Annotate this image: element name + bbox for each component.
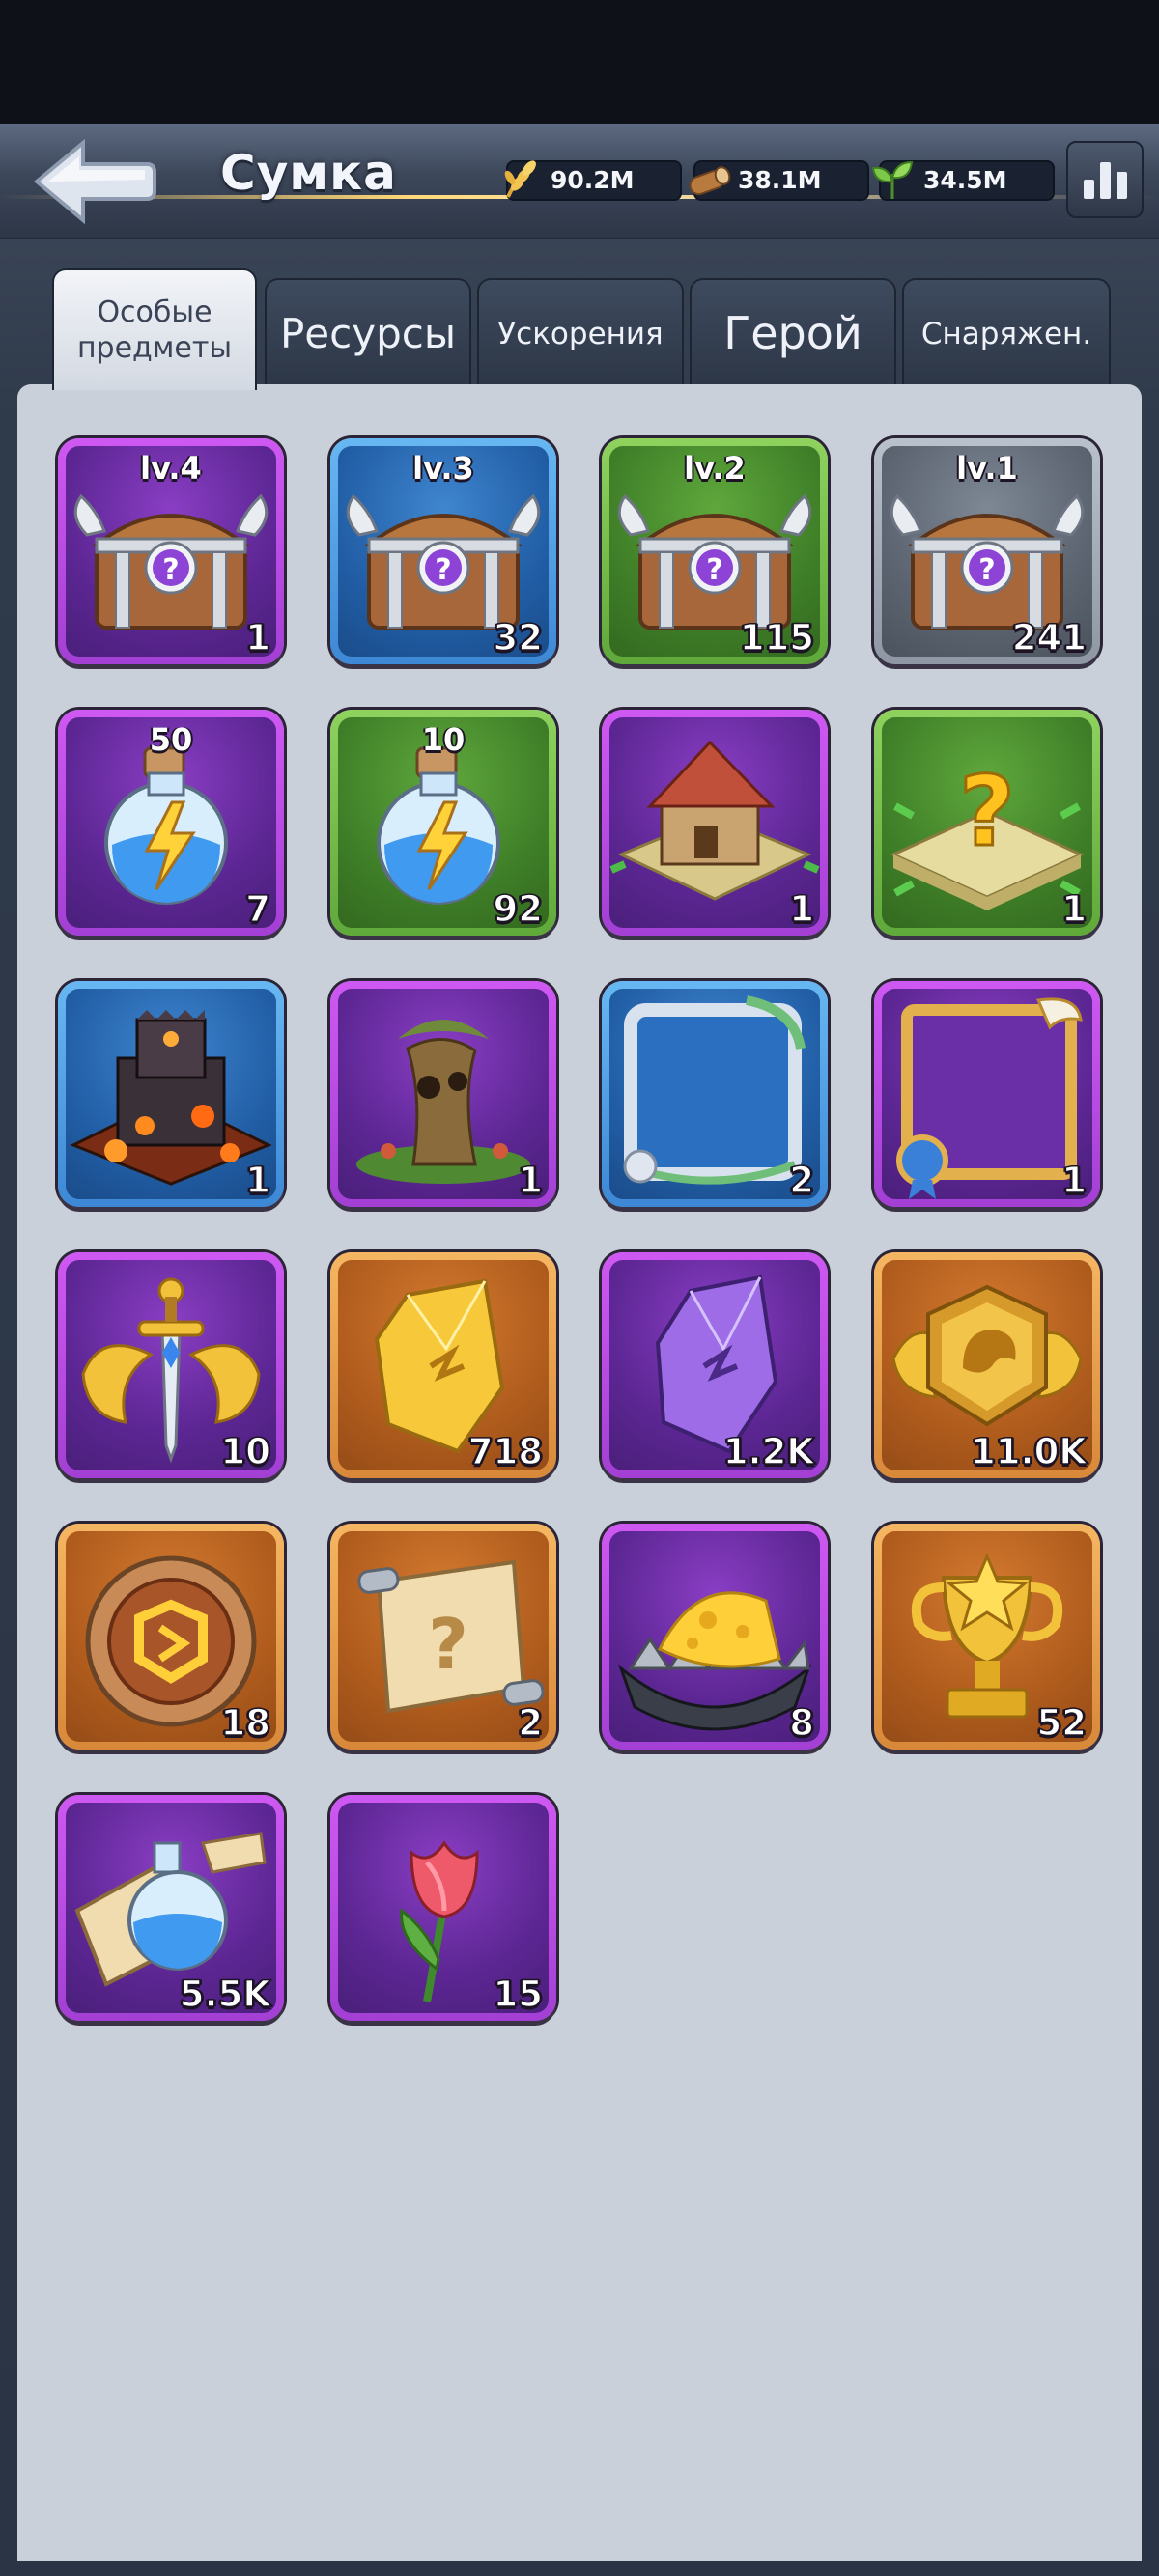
inventory-item-random-relocation[interactable]: 1	[874, 710, 1100, 936]
tab-resources[interactable]: Ресурсы	[265, 278, 471, 388]
item-count: 18	[220, 1701, 271, 1745]
inventory-item-lava-castle-skin[interactable]: 1	[58, 981, 284, 1207]
item-count: 32	[493, 616, 544, 659]
tab-resources-label: Ресурсы	[279, 309, 457, 357]
inventory-item-avatar-frame-purple[interactable]: 1	[874, 981, 1100, 1207]
item-top-label: 50	[149, 721, 193, 758]
item-count: 115	[739, 616, 815, 659]
item-count: 1	[1061, 887, 1088, 931]
tab-hero-label: Герой	[723, 307, 862, 360]
item-count: 11.0K	[970, 1430, 1087, 1473]
tab-speedups[interactable]: Ускорения	[477, 278, 684, 388]
inventory-item-cheese-trap[interactable]: 8	[602, 1524, 828, 1750]
tab-hero[interactable]: Герой	[690, 278, 896, 388]
inventory-item-avatar-frame-blue[interactable]: 2	[602, 981, 828, 1207]
resource-leaf-value: 34.5M	[923, 166, 1007, 194]
inventory-item-chest-lv1[interactable]: lv.1 241	[874, 438, 1100, 664]
inventory-item-tree-house-skin[interactable]: 1	[330, 981, 556, 1207]
item-count: 2	[789, 1159, 815, 1202]
inventory-item-stamina-potion-50[interactable]: 50 7	[58, 710, 284, 936]
item-top-label: lv.1	[956, 450, 1018, 487]
back-arrow-icon	[33, 138, 156, 225]
resource-wood-value: 38.1M	[738, 166, 822, 194]
inventory-item-scroll-potion[interactable]: 5.5K	[58, 1795, 284, 2021]
item-count: 718	[467, 1430, 544, 1473]
resource-wood: 38.1M	[689, 160, 869, 201]
inventory-item-chest-lv4[interactable]: lv.4 1	[58, 438, 284, 664]
tab-special-items[interactable]: Особые предметы	[52, 268, 257, 390]
item-count: 1	[245, 616, 271, 659]
item-count: 241	[1011, 616, 1088, 659]
item-count: 1.2K	[722, 1430, 815, 1473]
resource-grain-value: 90.2M	[551, 166, 635, 194]
inventory-item-lion-medal[interactable]: 11.0K	[874, 1252, 1100, 1478]
item-count: 2	[518, 1701, 544, 1745]
tab-equipment-label: Снаряжен.	[920, 316, 1092, 351]
item-top-label: 10	[421, 721, 466, 758]
inventory-item-rune-token[interactable]: 18	[58, 1524, 284, 1750]
inventory-item-stamina-potion-10[interactable]: 10 92	[330, 710, 556, 936]
tab-special-items-label: Особые предметы	[76, 294, 233, 366]
inventory-item-gold-crystal[interactable]: 718	[330, 1252, 556, 1478]
item-top-label: lv.3	[412, 450, 474, 487]
stats-button[interactable]	[1066, 141, 1144, 218]
item-count: 92	[493, 887, 544, 931]
item-count: 10	[220, 1430, 271, 1473]
item-count: 1	[245, 1159, 271, 1202]
inventory-item-sword-emblem[interactable]: 10	[58, 1252, 284, 1478]
back-button[interactable]	[31, 135, 158, 228]
item-count: 1	[789, 887, 815, 931]
inventory-item-mystery-scroll[interactable]: 2	[330, 1524, 556, 1750]
inventory-item-building-relocation[interactable]: 1	[602, 710, 828, 936]
inventory-item-chest-lv3[interactable]: lv.3 32	[330, 438, 556, 664]
tab-equipment[interactable]: Снаряжен.	[902, 278, 1111, 388]
inventory-item-tulip[interactable]: 15	[330, 1795, 556, 2021]
item-count: 15	[493, 1973, 544, 2016]
inventory-item-purple-crystal[interactable]: 1.2K	[602, 1252, 828, 1478]
item-count: 1	[518, 1159, 544, 1202]
item-top-label: lv.2	[684, 450, 746, 487]
tab-speedups-label: Ускорения	[497, 316, 664, 351]
bar-chart-icon	[1084, 180, 1094, 199]
resource-grain: 90.2M	[504, 160, 682, 201]
item-count: 52	[1036, 1701, 1088, 1745]
inventory-item-golden-trophy[interactable]: 52	[874, 1524, 1100, 1750]
wood-icon	[689, 166, 731, 196]
item-count: 8	[789, 1701, 815, 1745]
resource-leaf: 34.5M	[871, 160, 1055, 201]
page-title: Сумка	[220, 145, 397, 201]
grain-icon	[504, 160, 536, 198]
item-count: 1	[1061, 1159, 1088, 1202]
item-count: 5.5K	[179, 1973, 271, 2016]
item-top-label: lv.4	[140, 450, 202, 487]
status-bar-area	[0, 0, 1159, 124]
inventory-item-chest-lv2[interactable]: lv.2 115	[602, 438, 828, 664]
leaf-icon	[871, 160, 914, 200]
item-count: 7	[245, 887, 271, 931]
